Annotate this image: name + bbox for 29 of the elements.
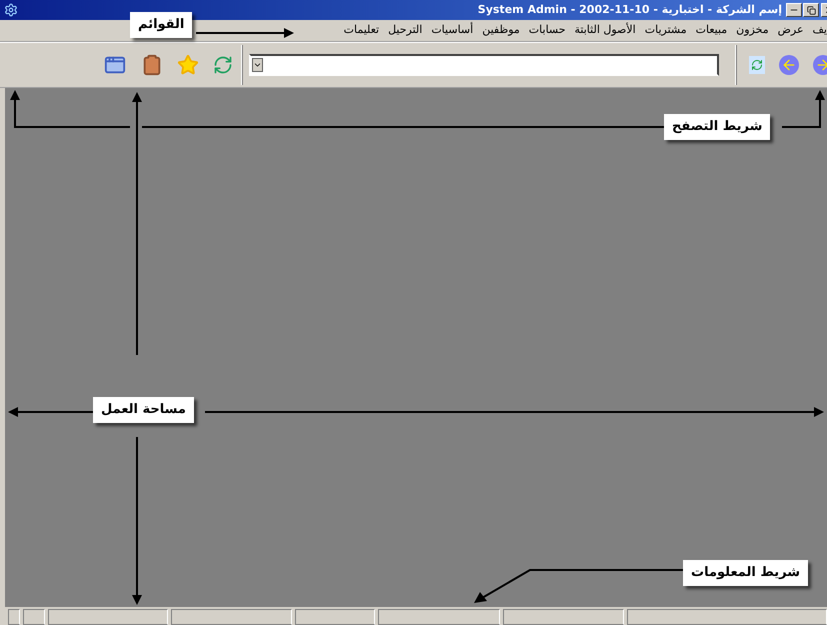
callout-label: مساحة العمل xyxy=(93,397,194,422)
restore-button[interactable] xyxy=(803,3,819,17)
refresh-page-icon[interactable] xyxy=(749,56,765,74)
callout-label: القوائم xyxy=(130,12,192,38)
menu-item[interactable]: عرض xyxy=(778,22,804,39)
windows-icon[interactable] xyxy=(103,54,127,76)
restore-icon xyxy=(806,6,816,14)
callout-label: شريط المعلومات xyxy=(683,560,808,586)
status-panel xyxy=(8,609,20,625)
menu-item[interactable]: مخزون xyxy=(736,22,769,39)
minimize-button[interactable] xyxy=(786,3,802,17)
menu-item[interactable]: الترحيل xyxy=(388,22,422,39)
menu-item[interactable]: مبيعات xyxy=(696,22,728,39)
pointer-arrow xyxy=(782,90,825,128)
menu-item[interactable]: الأصول الثابتة xyxy=(574,22,636,39)
status-panel xyxy=(22,609,45,625)
window-title: إسم الشركة - اختبارية - 10-11-2002 - System Admin xyxy=(478,2,782,18)
menu-item[interactable]: حسابات xyxy=(528,22,566,39)
menu-item[interactable]: أساسيات xyxy=(431,22,474,39)
app-icon xyxy=(4,3,18,17)
menu-item[interactable]: مشتريات xyxy=(644,22,687,39)
callout-label: شريط التصفح xyxy=(664,114,770,140)
menu-item[interactable]: تعليمات xyxy=(344,22,380,39)
menu-item[interactable]: يف xyxy=(812,22,827,39)
star-icon[interactable] xyxy=(177,54,199,76)
address-combobox[interactable] xyxy=(249,54,719,76)
menu-item[interactable]: موظفين xyxy=(482,22,520,39)
dropdown-caret-icon[interactable] xyxy=(252,58,263,72)
clipboard-icon[interactable] xyxy=(141,54,163,76)
